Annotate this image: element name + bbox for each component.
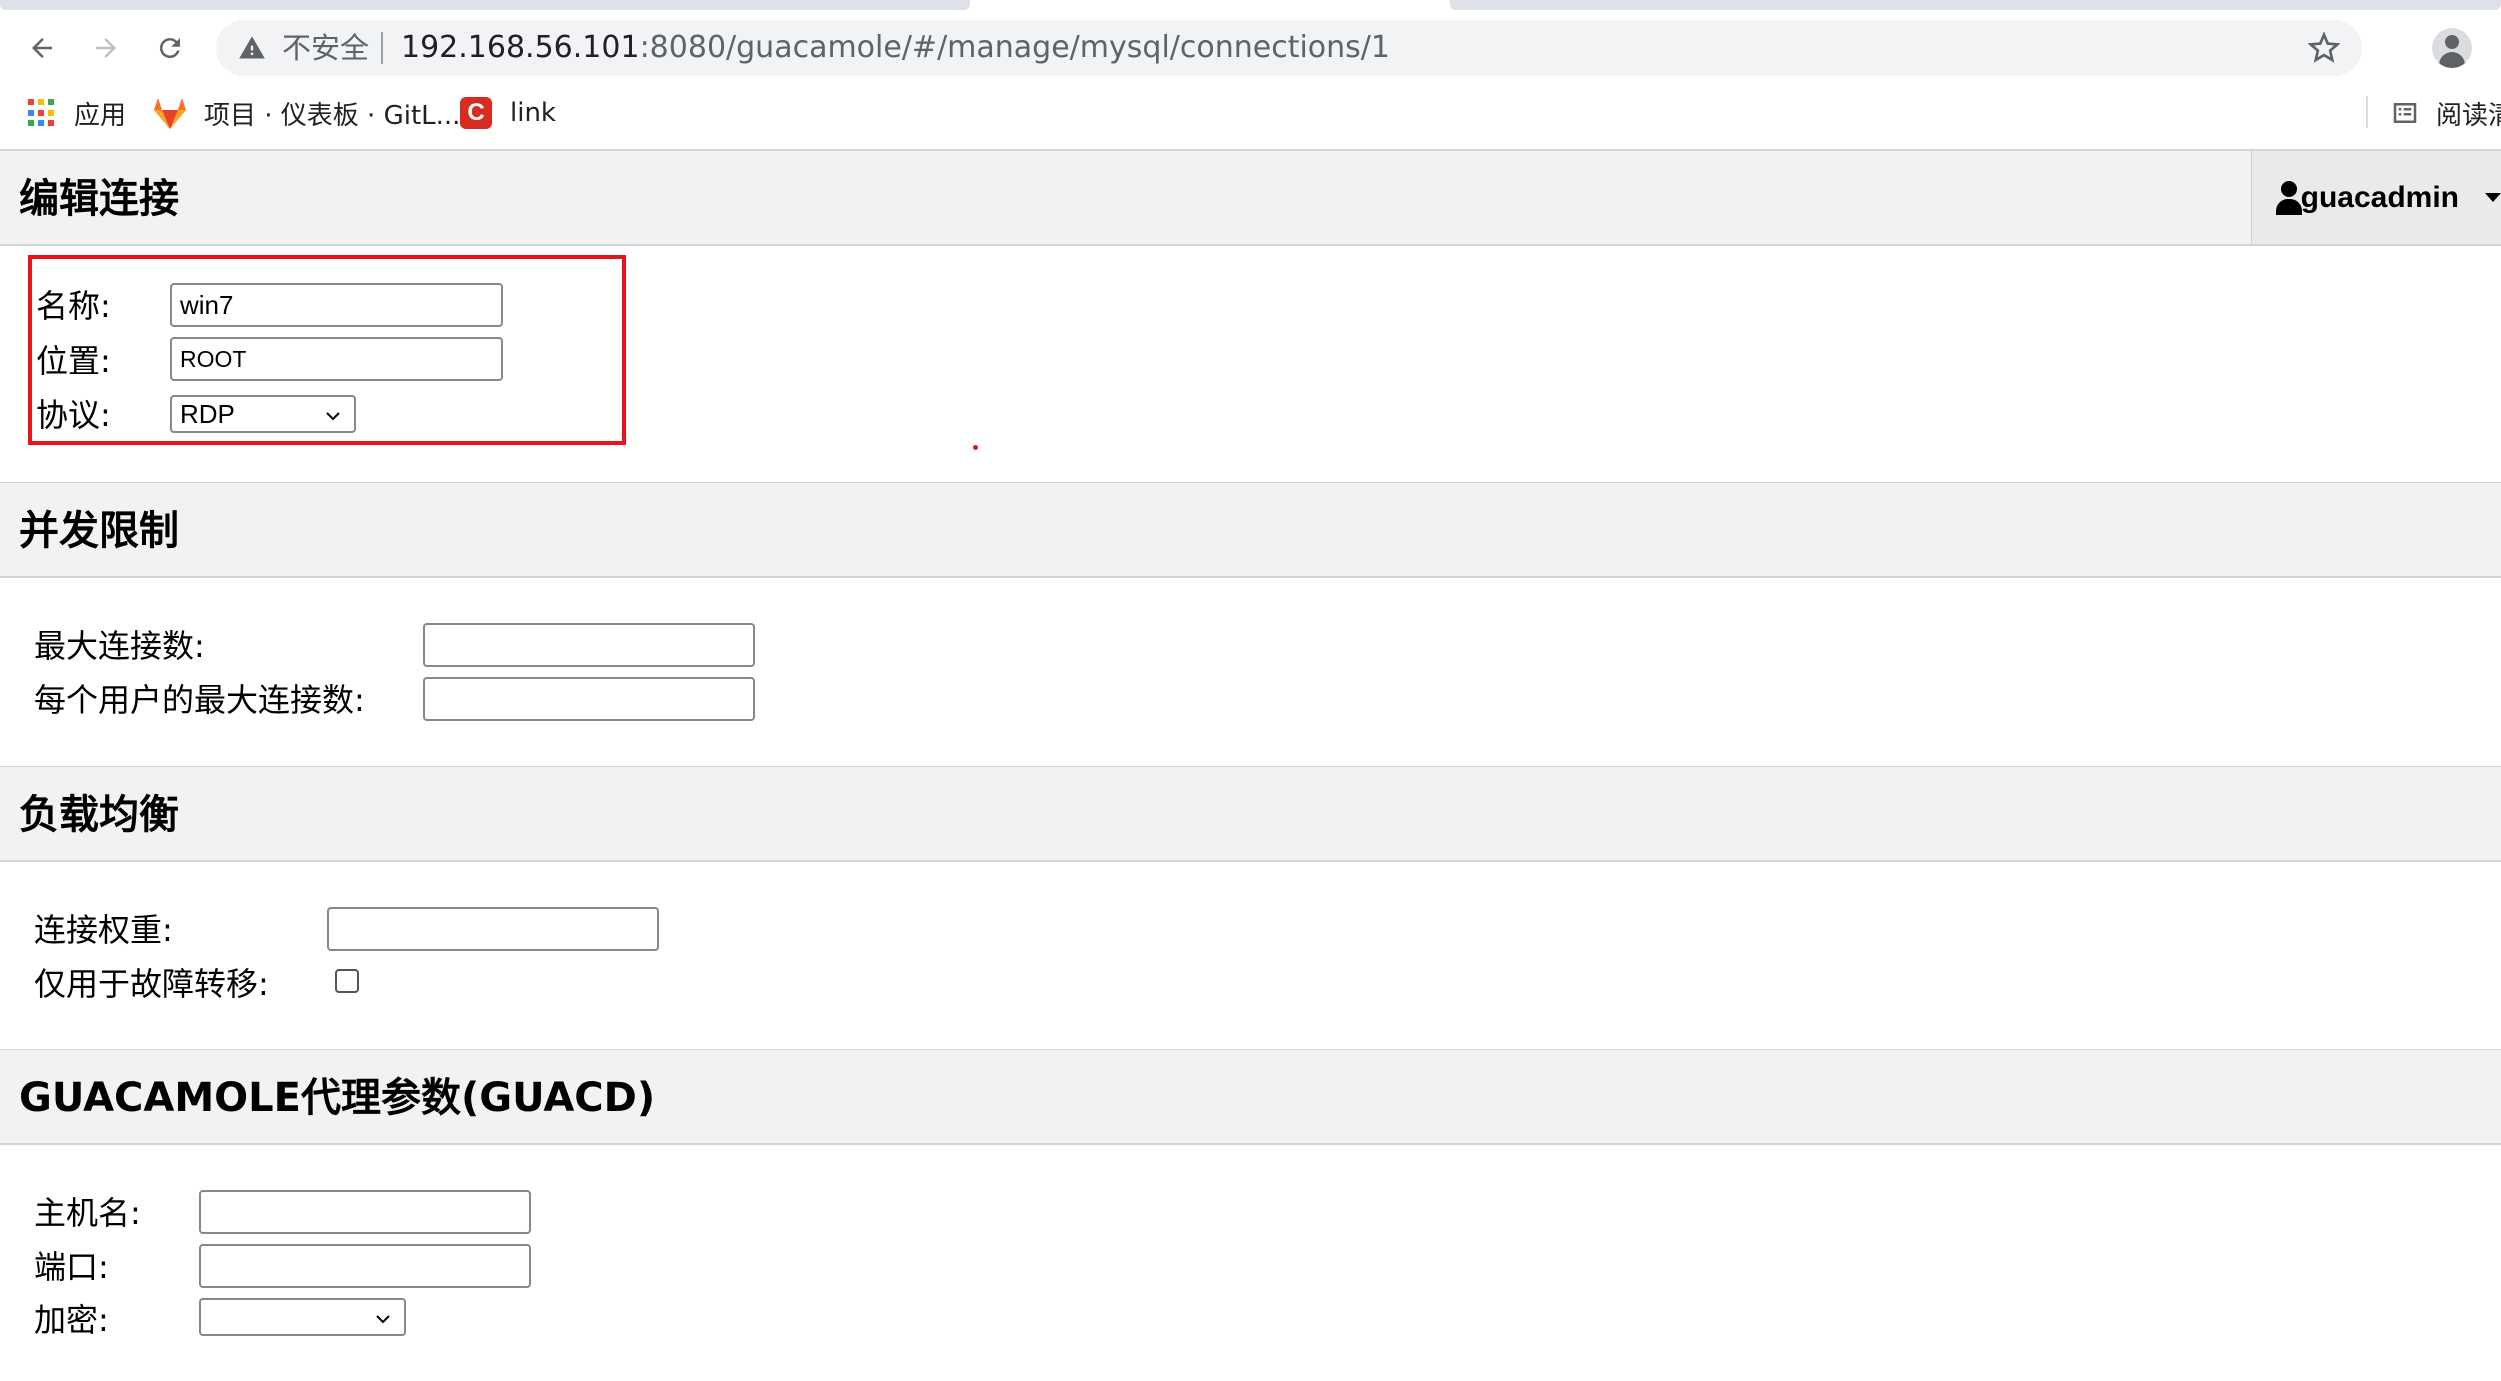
reading-list-label: 阅读清 (2436, 100, 2501, 131)
profile-avatar[interactable] (2432, 28, 2472, 68)
encryption-select[interactable] (199, 1298, 406, 1336)
bookmark-star-icon[interactable] (2308, 32, 2340, 64)
apps-grid-icon (28, 99, 56, 127)
max-per-user-input[interactable] (423, 677, 755, 721)
bookmark-link[interactable]: C link (460, 94, 556, 132)
bookmark-apps[interactable]: 应用 (28, 94, 126, 132)
protocol-label: 协议: (36, 396, 111, 434)
address-bar[interactable]: 不安全 192.168.56.101:8080/guacamole/#/mana… (216, 20, 2362, 76)
location-label: 位置: (36, 342, 111, 380)
reload-button[interactable] (150, 28, 190, 68)
bookmark-gitlab[interactable]: 项目 · 仪表板 · GitL... (152, 94, 460, 132)
security-label[interactable]: 不安全 (282, 30, 369, 66)
caret-down-icon (2485, 193, 2501, 202)
url-text[interactable]: 192.168.56.101:8080/guacamole/#/manage/m… (401, 30, 1390, 66)
back-button[interactable] (22, 28, 62, 68)
section-title: GUACAMOLE代理参数(GUACD) (19, 1075, 656, 1121)
reading-list-icon (2393, 103, 2417, 123)
browser-chrome: 不安全 192.168.56.101:8080/guacamole/#/mana… (0, 0, 2501, 150)
guacd-header: GUACAMOLE代理参数(GUACD) (0, 1049, 2501, 1145)
max-per-user-label: 每个用户的最大连接数: (34, 681, 365, 719)
connection-weight-input[interactable] (327, 907, 659, 951)
page-title: 编辑连接 (19, 176, 179, 222)
url-host: 192.168.56.101 (401, 30, 640, 65)
section-title: 并发限制 (19, 508, 179, 554)
arrow-left-icon (32, 38, 52, 58)
url-path: :8080/guacamole/#/manage/mysql/connectio… (639, 30, 1391, 65)
user-icon (2274, 180, 2302, 215)
failover-only-label: 仅用于故障转移: (34, 965, 269, 1003)
bookmark-label: 应用 (74, 100, 127, 131)
tab-strip (1450, 0, 2501, 10)
arrow-right-icon (96, 38, 116, 58)
c-logo-icon: C (460, 97, 492, 129)
location-field[interactable]: ROOT (170, 337, 503, 381)
name-input[interactable] (170, 283, 503, 327)
chevron-down-icon (326, 412, 340, 421)
avatar-head (2445, 35, 2459, 49)
avatar-body (2439, 52, 2465, 68)
concurrency-header: 并发限制 (0, 482, 2501, 578)
forward-button[interactable] (86, 28, 126, 68)
max-connections-label: 最大连接数: (34, 627, 205, 665)
protocol-select[interactable]: RDP (170, 395, 356, 433)
max-connections-input[interactable] (423, 623, 755, 667)
username: guacadmin (2300, 180, 2459, 214)
encryption-label: 加密: (34, 1301, 109, 1339)
hostname-input[interactable] (199, 1190, 531, 1234)
address-divider (381, 32, 383, 64)
edit-connection-header: 编辑连接 guacadmin (0, 150, 2501, 246)
bookmark-label: 项目 · 仪表板 · GitL... (204, 100, 461, 131)
warning-icon (239, 36, 265, 59)
name-label: 名称: (36, 287, 111, 325)
bookmarks-bar: 应用 项目 · 仪表板 · GitL... C link 阅读清 (0, 90, 2501, 136)
failover-only-checkbox[interactable] (335, 969, 359, 993)
port-label: 端口: (34, 1248, 109, 1286)
reading-list-button[interactable]: 阅读清 (2390, 94, 2501, 132)
annotation-dot (973, 445, 978, 450)
user-menu[interactable]: guacadmin (2251, 151, 2501, 244)
bookmarks-divider (2366, 96, 2368, 128)
section-title: 负载均衡 (19, 792, 179, 838)
bookmark-label: link (510, 98, 556, 128)
protocol-value: RDP (180, 398, 235, 429)
hostname-label: 主机名: (34, 1194, 141, 1232)
port-input[interactable] (199, 1244, 531, 1288)
connection-weight-label: 连接权重: (34, 911, 173, 949)
tab-strip (0, 0, 970, 10)
reload-icon (159, 38, 180, 59)
gitlab-icon (154, 98, 186, 129)
load-balancing-header: 负载均衡 (0, 766, 2501, 862)
chevron-down-icon (376, 1315, 390, 1324)
